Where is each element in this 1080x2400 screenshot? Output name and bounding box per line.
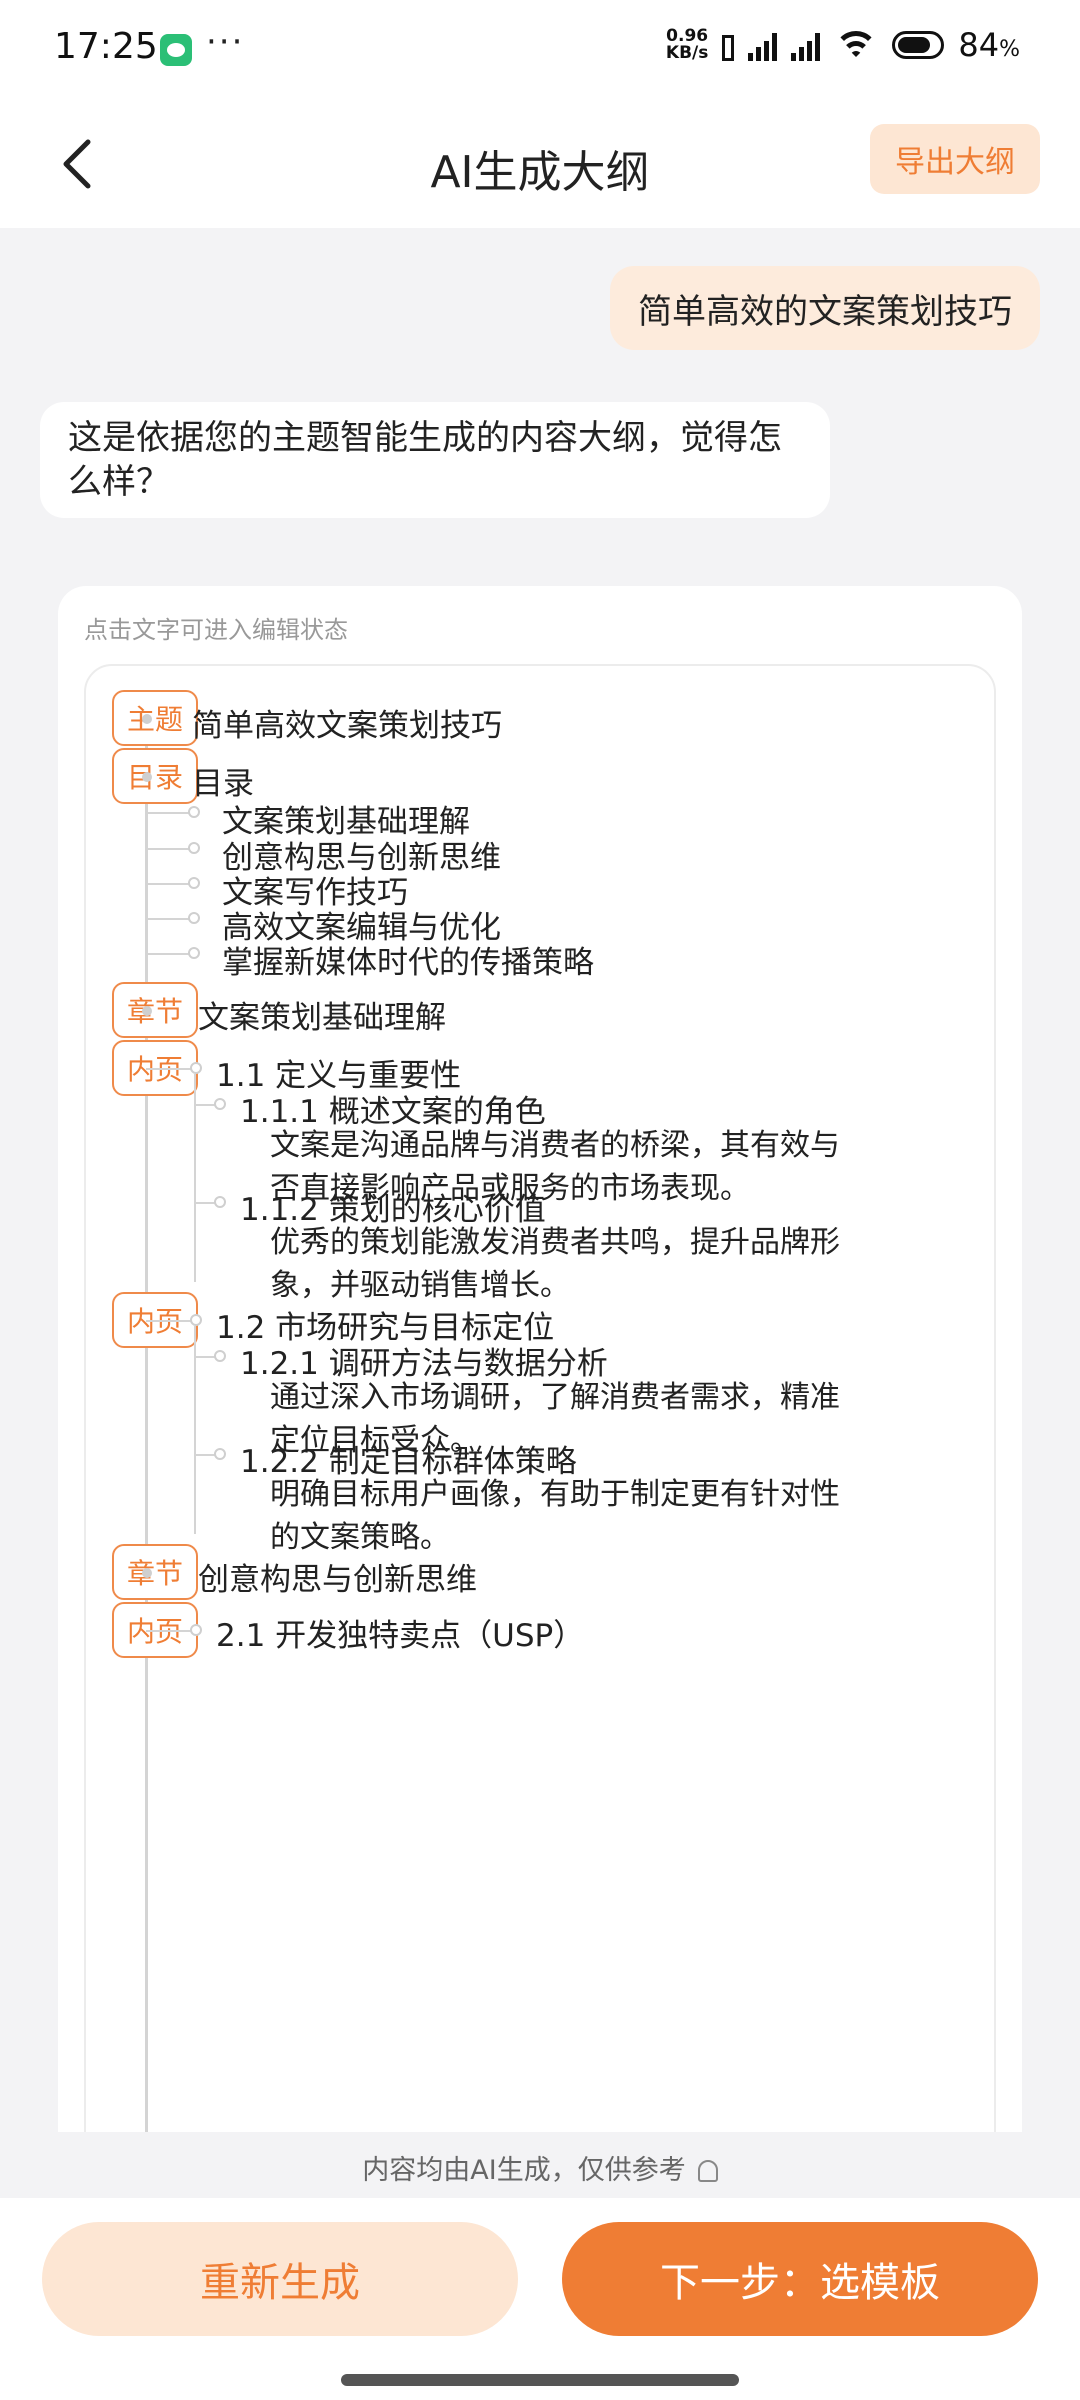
wechat-icon (160, 34, 192, 66)
signal-icon-1 (748, 29, 778, 61)
regenerate-button[interactable]: 重新生成 (42, 2222, 518, 2336)
battery-icon (892, 31, 945, 59)
tag-topic: 主题 (112, 690, 198, 746)
edit-hint: 点击文字可进入编辑状态 (84, 616, 348, 644)
outline-section-body[interactable]: 优秀的策划能激发消费者共鸣，提升品牌形象，并驱动销售增长。 (270, 1221, 860, 1307)
next-select-template-button[interactable]: 下一步：选模板 (562, 2222, 1038, 2336)
outline-card: 点击文字可进入编辑状态 主题 简单高效文案策划技巧 目录 目录 文案策划基础理解… (58, 586, 1022, 2132)
tag-chapter: 章节 (112, 982, 198, 1038)
network-speed-unit: KB/s (665, 43, 709, 63)
home-indicator[interactable] (341, 2374, 739, 2386)
network-speed: 0.96 KB/s (666, 28, 708, 62)
export-outline-button[interactable]: 导出大纲 (870, 124, 1040, 194)
outline-section-body[interactable]: 明确目标用户画像，有助于制定更有针对性的文案策略。 (270, 1473, 860, 1559)
status-time: 17:25 (54, 26, 158, 67)
signal-icon-2 (791, 29, 821, 61)
bell-icon (697, 2160, 718, 2182)
more-notifications-icon: ··· (206, 22, 245, 62)
outline-chapter-1[interactable]: 文案策划基础理解 (198, 992, 446, 1037)
app-header: AI生成大纲 导出大纲 (0, 100, 1080, 228)
tag-toc: 目录 (112, 748, 198, 804)
wifi-icon (834, 29, 879, 61)
outline-tree: 主题 简单高效文案策划技巧 目录 目录 文案策划基础理解 创意构思与创新思维 文… (84, 664, 996, 2132)
user-message-bubble: 简单高效的文案策划技巧 (610, 266, 1040, 350)
ai-message-bubble: 这是依据您的主题智能生成的内容大纲，觉得怎么样？ (40, 402, 830, 518)
outline-page-2-1[interactable]: 2.1 开发独特卖点（USP） (216, 1610, 584, 1655)
toc-item[interactable]: 掌握新媒体时代的传播策略 (222, 937, 594, 982)
disclaimer-text: 内容均由AI生成，仅供参考 (362, 2155, 686, 2186)
battery-percent: 84% (958, 26, 1020, 64)
vibrate-icon (722, 29, 735, 61)
outline-chapter-2[interactable]: 创意构思与创新思维 (198, 1554, 477, 1599)
bottom-action-bar: 重新生成 下一步：选模板 (0, 2198, 1080, 2400)
outline-topic[interactable]: 简单高效文案策划技巧 (192, 700, 502, 745)
ai-disclaimer: 内容均由AI生成，仅供参考 (0, 2148, 1080, 2187)
status-bar: 17:25 ··· 0.96 KB/s 84% (0, 0, 1080, 100)
tag-chapter: 章节 (112, 1544, 198, 1600)
